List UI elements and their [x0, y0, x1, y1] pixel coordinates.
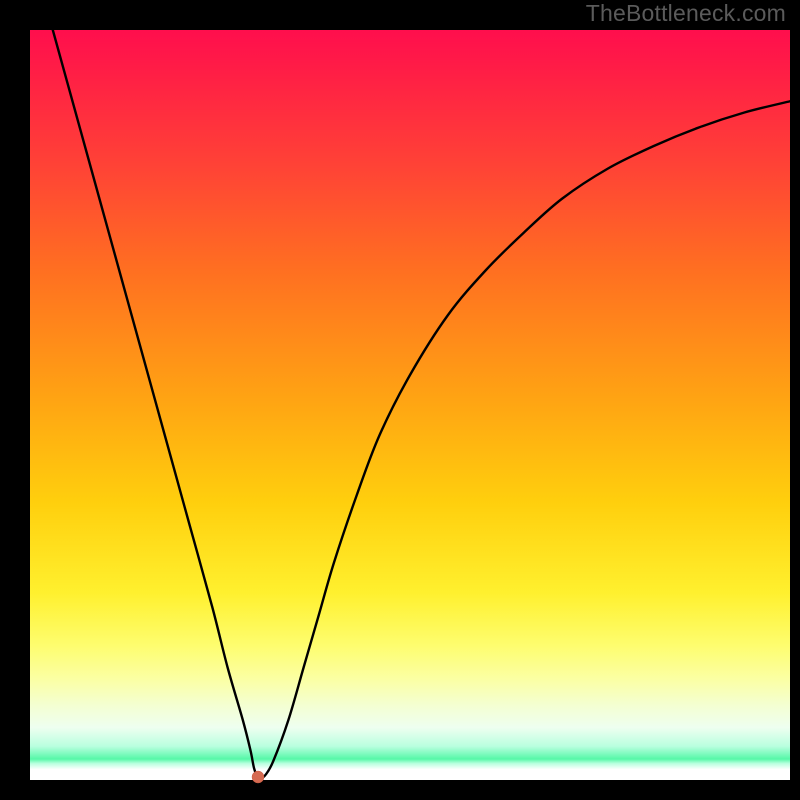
chart-svg	[30, 30, 790, 780]
plot-area	[30, 30, 790, 780]
bottleneck-curve	[53, 30, 790, 778]
watermark-text: TheBottleneck.com	[586, 0, 786, 27]
minimum-marker	[252, 771, 264, 783]
chart-container: TheBottleneck.com	[0, 0, 800, 800]
